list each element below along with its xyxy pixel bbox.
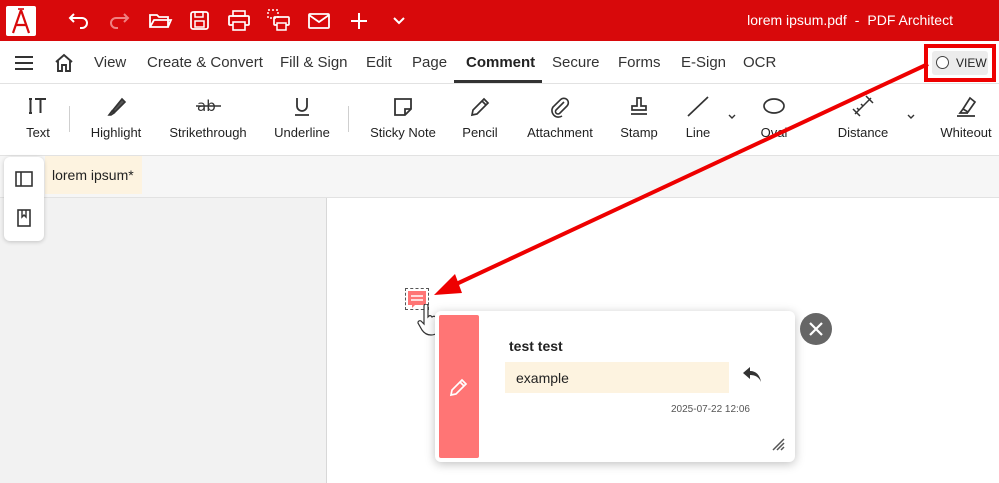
tool-text-label: Text xyxy=(26,125,50,140)
document-tab-bar: lorem ipsum* xyxy=(0,156,999,198)
tool-underline-label: Underline xyxy=(274,125,330,140)
sticky-note-icon xyxy=(394,98,412,116)
resize-handle-icon[interactable] xyxy=(771,437,785,451)
tool-pencil-label: Pencil xyxy=(462,125,498,140)
paperclip-icon xyxy=(551,97,570,118)
close-icon xyxy=(809,322,823,336)
view-mode-highlight: VIEW xyxy=(924,44,996,82)
title-bar: lorem ipsum.pdf - PDF Architect xyxy=(0,0,999,41)
radio-icon xyxy=(936,56,949,69)
reply-icon[interactable] xyxy=(740,363,764,385)
window-title: lorem ipsum.pdf - PDF Architect xyxy=(747,12,953,28)
menu-ocr[interactable]: OCR xyxy=(743,54,776,71)
file-name: lorem ipsum.pdf xyxy=(747,12,847,28)
tool-highlight[interactable]: Highlight xyxy=(82,84,150,156)
tool-oval[interactable]: Oval xyxy=(752,84,796,156)
tool-line-label: Line xyxy=(685,125,711,140)
chevron-down-icon[interactable] xyxy=(386,8,412,34)
pencil-icon xyxy=(470,97,490,117)
title-separator: - xyxy=(854,12,860,28)
email-icon[interactable] xyxy=(306,8,332,34)
text-icon xyxy=(29,98,46,114)
tool-stamp[interactable]: Stamp xyxy=(616,84,662,156)
tool-distance[interactable]: Distance xyxy=(834,84,892,156)
home-icon[interactable] xyxy=(53,52,75,74)
undo-icon[interactable] xyxy=(66,8,92,34)
redo-icon[interactable] xyxy=(106,8,132,34)
active-tab-indicator xyxy=(454,80,542,83)
pencil-icon[interactable] xyxy=(448,376,470,398)
hamburger-menu-icon[interactable] xyxy=(14,54,34,72)
distance-icon xyxy=(852,95,874,117)
line-icon xyxy=(687,96,709,117)
line-options-chevron-icon[interactable] xyxy=(727,112,737,122)
tool-strikethrough[interactable]: ab Strikethrough xyxy=(165,84,251,156)
eraser-icon xyxy=(957,96,977,117)
ribbon-divider xyxy=(348,106,349,132)
comment-timestamp: 2025-07-22 12:06 xyxy=(671,404,750,415)
tool-pencil[interactable]: Pencil xyxy=(456,84,504,156)
close-popup-button[interactable] xyxy=(800,313,832,345)
tool-attachment[interactable]: Attachment xyxy=(522,84,598,156)
comment-author: test test xyxy=(509,338,563,354)
tool-whiteout[interactable]: Whiteout xyxy=(936,84,996,156)
bookmarks-icon[interactable] xyxy=(14,208,34,228)
tool-whiteout-label: Whiteout xyxy=(940,125,992,140)
print-settings-icon[interactable] xyxy=(266,8,292,34)
menu-secure[interactable]: Secure xyxy=(552,54,600,71)
comment-text[interactable]: example xyxy=(505,362,729,393)
comment-color-bar xyxy=(439,315,479,458)
menu-page[interactable]: Page xyxy=(412,54,447,71)
print-icon[interactable] xyxy=(226,8,252,34)
tool-highlight-label: Highlight xyxy=(90,125,142,140)
view-mode-label: VIEW xyxy=(956,56,987,70)
panel-toggle-icon[interactable] xyxy=(14,169,34,189)
tool-attachment-label: Attachment xyxy=(527,125,593,140)
menu-comment[interactable]: Comment xyxy=(466,54,535,71)
navigation-panel xyxy=(0,198,327,483)
tool-sticky-note[interactable]: Sticky Note xyxy=(364,84,442,156)
menu-view[interactable]: View xyxy=(94,54,126,71)
menu-bar: View Create & Convert Fill & Sign Edit P… xyxy=(0,41,999,84)
comment-popup: test test example 2025-07-22 12:06 xyxy=(435,311,795,462)
plus-icon[interactable] xyxy=(346,8,372,34)
menu-fill-sign[interactable]: Fill & Sign xyxy=(280,54,348,71)
tool-distance-label: Distance xyxy=(837,125,889,140)
distance-options-chevron-icon[interactable] xyxy=(906,112,916,122)
tool-text[interactable]: Text xyxy=(18,84,58,156)
menu-create-convert[interactable]: Create & Convert xyxy=(147,54,263,71)
tool-line[interactable]: Line xyxy=(680,84,716,156)
strikethrough-icon: ab xyxy=(196,97,221,115)
app-logo-icon xyxy=(6,6,36,36)
ribbon-divider xyxy=(69,106,70,132)
open-folder-icon[interactable] xyxy=(147,8,173,34)
save-icon[interactable] xyxy=(187,8,213,34)
highlighter-icon xyxy=(107,97,127,116)
underline-icon xyxy=(295,98,309,116)
app-name: PDF Architect xyxy=(867,12,953,28)
menu-forms[interactable]: Forms xyxy=(618,54,661,71)
menu-e-sign[interactable]: E-Sign xyxy=(681,54,726,71)
document-tab[interactable]: lorem ipsum* xyxy=(45,156,142,194)
tool-stamp-label: Stamp xyxy=(620,125,658,140)
tool-underline[interactable]: Underline xyxy=(270,84,334,156)
menu-edit[interactable]: Edit xyxy=(366,54,392,71)
view-mode-button[interactable]: VIEW xyxy=(932,51,988,75)
tool-oval-label: Oval xyxy=(760,125,788,140)
comment-ribbon: Text Highlight ab Strikethrough Underlin… xyxy=(0,84,999,156)
side-toolbar xyxy=(4,157,44,241)
oval-icon xyxy=(763,98,785,114)
tool-sticky-note-label: Sticky Note xyxy=(370,125,436,140)
tool-strikethrough-label: Strikethrough xyxy=(169,125,247,140)
stamp-icon xyxy=(631,97,647,115)
